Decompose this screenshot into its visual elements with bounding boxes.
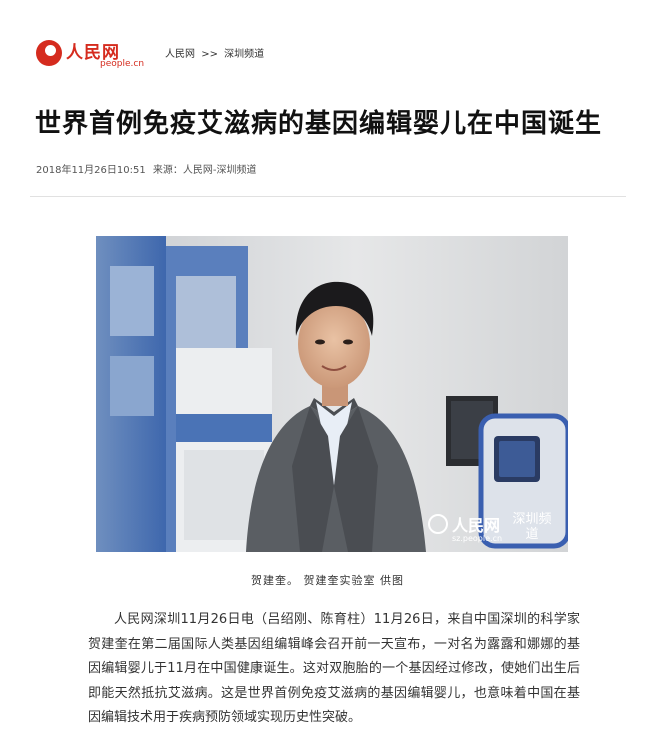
header-divider <box>30 196 626 197</box>
photo-caption: 贺建奎。 贺建奎实验室 供图 <box>251 574 404 587</box>
article-source: 来源：人民网-深圳频道 <box>152 165 257 176</box>
watermark-name: 人民网 <box>452 516 501 535</box>
watermark-logo-icon <box>428 514 448 534</box>
breadcrumb-separator: >> <box>201 49 218 60</box>
article-title: 世界首例免疫艾滋病的基因编辑婴儿在中国诞生 <box>35 109 603 139</box>
watermark-channel: 深圳频道 <box>512 512 552 542</box>
lab-portrait-illustration <box>96 236 568 552</box>
breadcrumb: 人民网 >> 深圳频道 <box>165 45 267 60</box>
logo-url: people.cn <box>100 59 145 69</box>
photo-watermark: 人民网 sz.people.cn 深圳频道 <box>428 512 558 546</box>
watermark-url: sz.people.cn <box>452 534 503 543</box>
breadcrumb-channel-link[interactable]: 深圳频道 <box>224 49 264 60</box>
article-photo: 人民网 sz.people.cn 深圳频道 <box>96 236 568 552</box>
site-logo[interactable]: 人民网 people.cn <box>36 38 156 70</box>
breadcrumb-home-link[interactable]: 人民网 <box>165 49 195 60</box>
article-body: 人民网深圳11月26日电（吕绍刚、陈育柱）11月26日，来自中国深圳的科学家贺建… <box>88 612 580 725</box>
article-meta: 2018年11月26日10:51 来源：人民网-深圳频道 <box>36 161 261 176</box>
publish-datetime: 2018年11月26日10:51 <box>36 165 146 176</box>
people-logo-icon <box>36 40 62 66</box>
